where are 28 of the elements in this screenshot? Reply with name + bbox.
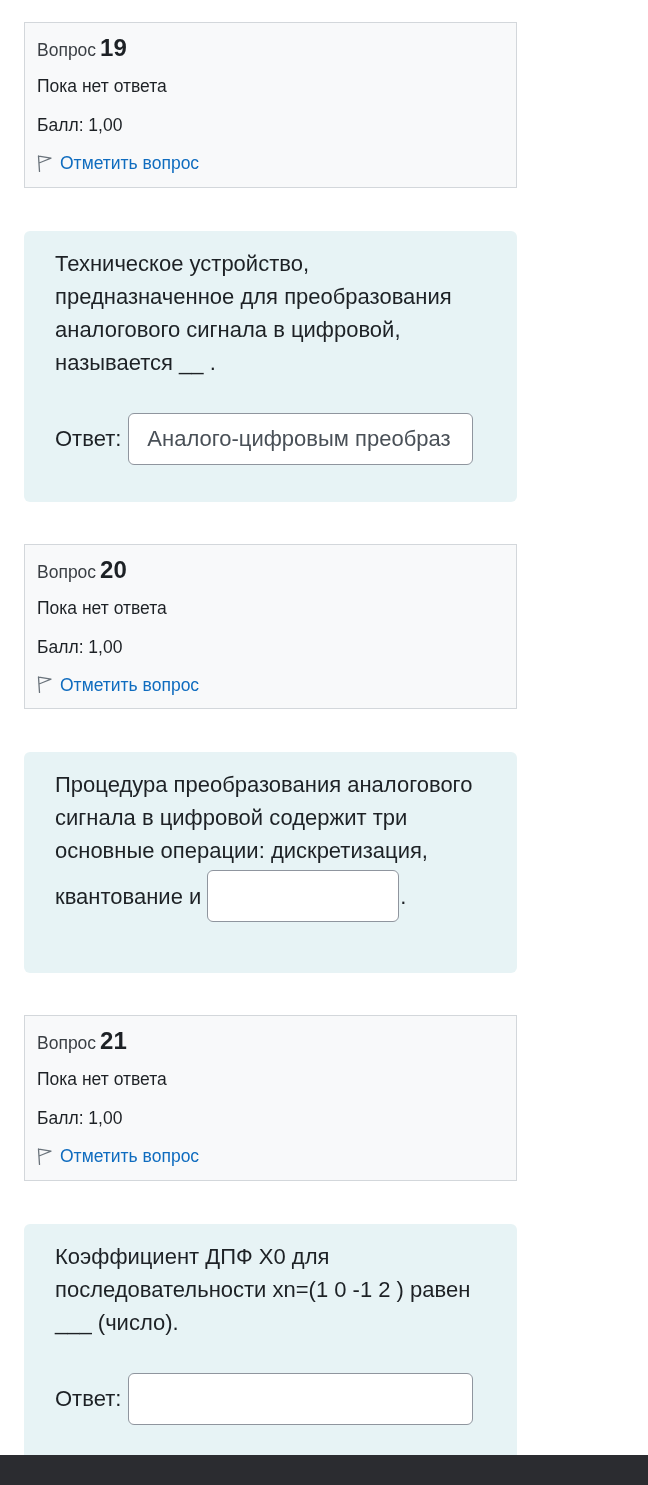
answer-status: Пока нет ответа — [37, 1068, 168, 1091]
question-text: квантование и — [55, 882, 202, 911]
question-label: Вопрос — [37, 561, 97, 582]
flag-question-link[interactable]: Отметить вопрос — [37, 1144, 200, 1168]
question-number: 19 — [100, 34, 127, 61]
question-text: Техническое устройство, предназначенное для преобразования аналогового сигнала в цифровой, называется __ . — [55, 250, 452, 375]
answer-field[interactable] — [128, 1372, 474, 1425]
question-label: Вопрос — [37, 40, 97, 60]
flag-icon — [37, 1147, 52, 1165]
question-number: 20 — [100, 555, 127, 583]
question-text: Процедура преобразования аналогового сигнала в цифровой содержит три основные операции: дискретизация, — [55, 771, 474, 865]
answer-field[interactable]: Аналого-цифровым преобраз — [128, 412, 474, 465]
flag-question-link[interactable]: Отметить вопрос — [37, 151, 200, 175]
flag-icon — [37, 154, 52, 172]
question-text: Коэффициент ДПФ X0 для последовательности xn=(1 0 -1 2 ) равен ___ (число). — [55, 1243, 471, 1335]
answer-status: Пока нет ответа — [37, 596, 168, 620]
question-grade: Балл: 1,00 — [37, 635, 124, 659]
question-grade: Балл: 1,00 — [37, 114, 124, 137]
answer-status: Пока нет ответа — [37, 75, 168, 98]
question-label: Вопрос — [37, 1033, 97, 1053]
flag-question-link[interactable]: Отметить вопрос — [37, 672, 200, 697]
flag-icon — [37, 676, 52, 693]
answer-label: Ответ: — [55, 425, 122, 453]
answer-label: Ответ: — [55, 1385, 122, 1413]
answer-field[interactable] — [207, 870, 400, 922]
question-grade: Балл: 1,00 — [37, 1107, 124, 1130]
question-number: 21 — [100, 1027, 127, 1054]
punctuation: . — [400, 882, 407, 911]
